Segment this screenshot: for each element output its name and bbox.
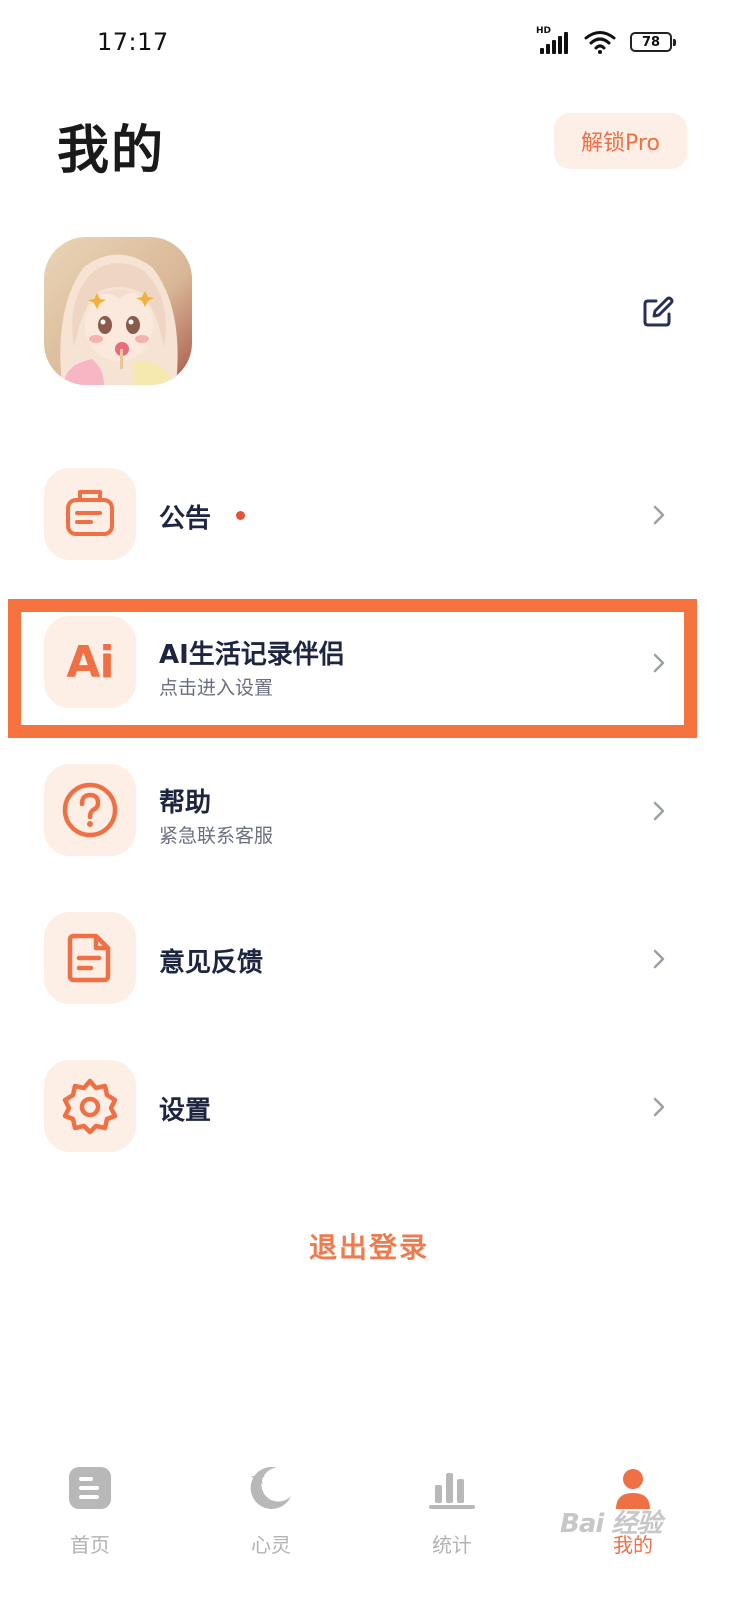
tab-statistics[interactable]: 统计: [397, 1460, 507, 1580]
unlock-pro-button[interactable]: 解锁Pro: [554, 113, 687, 169]
chevron-right-icon: [653, 949, 665, 969]
tab-label: 首页: [70, 1533, 110, 1557]
status-icons: HD 78: [536, 26, 676, 54]
status-time: 17:17: [97, 28, 169, 56]
page-title: 我的: [57, 121, 166, 181]
help-icon: [44, 764, 136, 856]
wifi-icon: [584, 31, 616, 54]
tab-home[interactable]: 首页: [35, 1460, 145, 1580]
edit-profile-icon[interactable]: [638, 292, 678, 332]
chevron-right-icon: [653, 505, 665, 525]
chevron-right-icon: [653, 801, 665, 821]
logout-button[interactable]: 退出登录: [0, 1226, 738, 1266]
status-bar: 17:17 HD 78: [0, 0, 738, 86]
menu-item-title: 帮助: [159, 788, 212, 818]
battery-level: 78: [641, 34, 661, 50]
menu-item-title: 公告: [159, 504, 212, 534]
menu-item-title: 设置: [159, 1096, 212, 1126]
cellular-signal-icon: HD: [536, 26, 570, 54]
menu-item-help[interactable]: 帮助 紧急联系客服: [44, 764, 684, 860]
menu-item-ai-companion[interactable]: Ai AI生活记录伴侣 点击进入设置: [44, 616, 684, 712]
home-icon: [69, 1467, 111, 1509]
tab-label: 统计: [432, 1533, 472, 1557]
chevron-right-icon: [653, 653, 665, 673]
chart-icon: [429, 1473, 475, 1509]
tab-mind[interactable]: 心灵: [216, 1460, 326, 1580]
menu-item-settings[interactable]: 设置: [44, 1060, 684, 1156]
tab-label: 心灵: [251, 1533, 291, 1557]
announcement-icon: [44, 468, 136, 560]
menu-item-title: 意见反馈: [159, 948, 264, 978]
chevron-right-icon: [653, 1097, 665, 1117]
battery-icon: 78: [630, 32, 676, 52]
menu-item-subtitle: 点击进入设置: [159, 677, 274, 699]
menu-item-title: AI生活记录伴侣: [159, 640, 345, 670]
moon-icon: [250, 1467, 292, 1509]
ai-icon: Ai: [44, 616, 136, 708]
feedback-icon: [44, 912, 136, 1004]
settings-icon: [44, 1060, 136, 1152]
menu-item-announcement[interactable]: 公告: [44, 468, 684, 564]
menu-item-feedback[interactable]: 意见反馈: [44, 912, 684, 1008]
unread-dot: [236, 511, 245, 520]
baidu-watermark: Bai 经验: [560, 1509, 662, 1539]
menu-item-subtitle: 紧急联系客服: [159, 825, 274, 847]
avatar[interactable]: [44, 237, 192, 385]
